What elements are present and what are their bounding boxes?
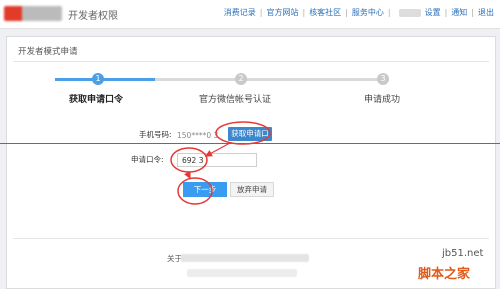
watermark-brand: 脚本之家: [418, 267, 471, 282]
watermark-site: jb51.net: [442, 248, 484, 259]
highlight-get-code: [215, 121, 271, 145]
arrow-to-code: [204, 142, 231, 157]
highlight-next-button: [177, 177, 213, 205]
highlight-code-input: [170, 147, 208, 173]
annotation-overlay: [170, 121, 271, 205]
arrow-to-next: [184, 171, 191, 180]
